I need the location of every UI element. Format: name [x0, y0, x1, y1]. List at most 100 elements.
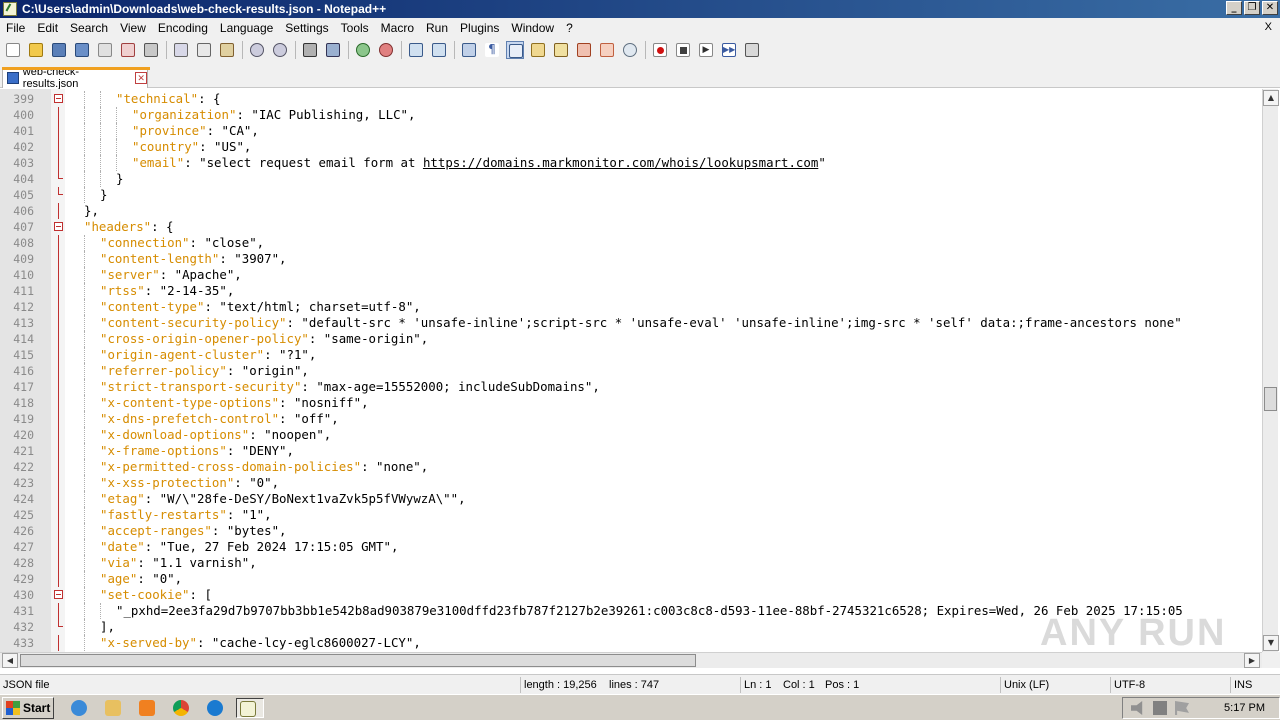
editor[interactable]: 399 "technical": {400 "organization": "IAC… [0, 89, 1280, 652]
menu-search[interactable]: Search [64, 21, 114, 35]
code-line[interactable]: 402 "country": "US", [0, 139, 1262, 155]
redo-icon[interactable] [271, 41, 289, 59]
vertical-scrollbar[interactable]: ▲ ▼ [1262, 89, 1279, 652]
minimize-button[interactable]: _ [1226, 1, 1242, 15]
stop-record-icon[interactable] [674, 41, 692, 59]
menu-edit[interactable]: Edit [31, 21, 64, 35]
fold-toggle-icon[interactable] [54, 222, 63, 231]
code-line[interactable]: 410 "server": "Apache", [0, 267, 1262, 283]
new-file-icon[interactable] [4, 41, 22, 59]
network-icon[interactable] [1153, 701, 1167, 715]
close-all-icon[interactable] [119, 41, 137, 59]
menu-run[interactable]: Run [420, 21, 454, 35]
code-line[interactable]: 419 "x-dns-prefetch-control": "off", [0, 411, 1262, 427]
menu-language[interactable]: Language [214, 21, 279, 35]
doc-map-icon[interactable] [552, 41, 570, 59]
sync-vertical-icon[interactable] [407, 41, 425, 59]
code-line[interactable]: 405} [0, 187, 1262, 203]
vertical-scroll-thumb[interactable] [1264, 387, 1277, 411]
code-line[interactable]: 414 "cross-origin-opener-policy": "same-o… [0, 331, 1262, 347]
undo-icon[interactable] [248, 41, 266, 59]
clock[interactable]: 5:17 PM [1224, 702, 1265, 714]
scroll-left-arrow-icon[interactable]: ◀ [2, 653, 18, 668]
start-button[interactable]: Start [2, 697, 54, 719]
find-icon[interactable] [301, 41, 319, 59]
code-line[interactable]: 399 "technical": { [0, 91, 1262, 107]
code-line[interactable]: 421 "x-frame-options": "DENY", [0, 443, 1262, 459]
record-macro-icon[interactable] [651, 41, 669, 59]
cut-icon[interactable] [172, 41, 190, 59]
code-line[interactable]: 425 "fastly-restarts": "1", [0, 507, 1262, 523]
sync-horizontal-icon[interactable] [430, 41, 448, 59]
volume-icon[interactable] [1131, 701, 1143, 715]
code-line[interactable]: 407 "headers": { [0, 219, 1262, 235]
folder-as-workspace-icon[interactable] [598, 41, 616, 59]
menu-file[interactable]: File [0, 21, 31, 35]
action-center-flag-icon[interactable] [1175, 701, 1189, 715]
code-line[interactable]: 418 "x-content-type-options": "nosniff", [0, 395, 1262, 411]
edge-icon[interactable] [204, 698, 228, 718]
code-line[interactable]: 424 "etag": "W/\"28fe-DeSY/BoNext1vaZvk5p… [0, 491, 1262, 507]
code-line[interactable]: 426 "accept-ranges": "bytes", [0, 523, 1262, 539]
code-line[interactable]: 427 "date": "Tue, 27 Feb 2024 17:15:05 GM… [0, 539, 1262, 555]
close-document-button[interactable]: X [1265, 21, 1272, 33]
menu-view[interactable]: View [114, 21, 152, 35]
menu-tools[interactable]: Tools [335, 21, 375, 35]
fold-toggle-icon[interactable] [54, 94, 63, 103]
playback-macro-icon[interactable]: ▶ [697, 41, 715, 59]
scroll-right-arrow-icon[interactable]: ▶ [1244, 653, 1260, 668]
paste-icon[interactable] [218, 41, 236, 59]
save-macro-icon[interactable] [743, 41, 761, 59]
user-defined-language-icon[interactable] [529, 41, 547, 59]
tab-web-check-results[interactable]: web-check-results.json ✕ [2, 66, 150, 90]
menu-encoding[interactable]: Encoding [152, 21, 214, 35]
code-line[interactable]: 400 "organization": "IAC Publishing, LLC"… [0, 107, 1262, 123]
code-line[interactable]: 401 "province": "CA", [0, 123, 1262, 139]
code-line[interactable]: 413 "content-security-policy": "default-s… [0, 315, 1262, 331]
menu-help[interactable]: ? [560, 21, 579, 35]
copy-icon[interactable] [195, 41, 213, 59]
save-icon[interactable] [50, 41, 68, 59]
status-eol[interactable]: Unix (LF) [1000, 677, 1049, 693]
save-all-icon[interactable] [73, 41, 91, 59]
code-line[interactable]: 411 "rtss": "2-14-35", [0, 283, 1262, 299]
horizontal-scroll-thumb[interactable] [20, 654, 696, 667]
menu-macro[interactable]: Macro [375, 21, 420, 35]
code-line[interactable]: 428 "via": "1.1 varnish", [0, 555, 1262, 571]
code-line[interactable]: 422 "x-permitted-cross-domain-policies": … [0, 459, 1262, 475]
code-line[interactable]: 406}, [0, 203, 1262, 219]
code-line[interactable]: 412 "content-type": "text/html; charset=u… [0, 299, 1262, 315]
menu-window[interactable]: Window [505, 21, 560, 35]
menu-plugins[interactable]: Plugins [454, 21, 505, 35]
notepad-plus-plus-taskbar-icon[interactable] [236, 698, 264, 718]
chrome-icon[interactable] [170, 698, 194, 718]
tab-close-icon[interactable]: ✕ [135, 72, 147, 84]
code-line[interactable]: 404} [0, 171, 1262, 187]
code-line[interactable]: 403 "email": "select request email form a… [0, 155, 1262, 171]
function-list-icon[interactable] [575, 41, 593, 59]
open-file-icon[interactable] [27, 41, 45, 59]
run-macro-multiple-icon[interactable]: ▶▶ [720, 41, 738, 59]
close-button[interactable]: ✕ [1262, 1, 1278, 15]
code-line[interactable]: 430 "set-cookie": [ [0, 587, 1262, 603]
restore-button[interactable]: ❐ [1244, 1, 1260, 15]
fold-toggle-icon[interactable] [54, 590, 63, 599]
code-line[interactable]: 416 "referrer-policy": "origin", [0, 363, 1262, 379]
replace-icon[interactable] [324, 41, 342, 59]
code-line[interactable]: 417 "strict-transport-security": "max-age… [0, 379, 1262, 395]
internet-explorer-icon[interactable] [68, 698, 92, 718]
word-wrap-icon[interactable] [460, 41, 478, 59]
status-encoding[interactable]: UTF-8 [1110, 677, 1145, 693]
show-all-chars-icon[interactable]: ¶ [483, 41, 501, 59]
monitoring-icon[interactable] [621, 41, 639, 59]
indent-guide-icon[interactable] [506, 41, 524, 59]
file-explorer-icon[interactable] [102, 698, 126, 718]
code-line[interactable]: 409 "content-length": "3907", [0, 251, 1262, 267]
close-file-icon[interactable] [96, 41, 114, 59]
scroll-up-arrow-icon[interactable]: ▲ [1263, 90, 1279, 106]
code-line[interactable]: 420 "x-download-options": "noopen", [0, 427, 1262, 443]
url-link[interactable]: https://domains.markmonitor.com/whois/lo… [423, 155, 818, 170]
zoom-in-icon[interactable] [354, 41, 372, 59]
media-player-icon[interactable] [136, 698, 160, 718]
menu-settings[interactable]: Settings [279, 21, 334, 35]
